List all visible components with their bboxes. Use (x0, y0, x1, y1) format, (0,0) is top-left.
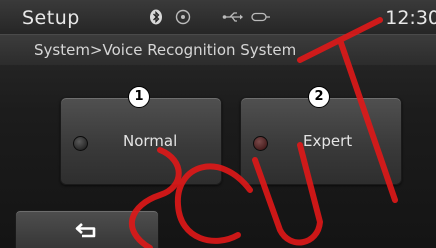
disc-icon (175, 9, 191, 25)
expert-radio-indicator (253, 136, 268, 151)
bluetooth-icon (148, 9, 164, 25)
callout-badge-1: 1 (128, 86, 150, 108)
callout-badge-2: 2 (308, 86, 330, 108)
usb-icon (222, 9, 244, 25)
normal-radio-indicator (73, 136, 88, 151)
return-arrow-icon (74, 221, 100, 239)
breadcrumb: System>Voice Recognition System (0, 35, 436, 65)
normal-mode-button[interactable]: Normal (60, 97, 222, 185)
normal-mode-label: Normal (123, 132, 178, 150)
expert-mode-button[interactable]: Expert (240, 97, 402, 185)
screen: Setup 12:30 System>Voice Recognition Sys… (0, 0, 436, 248)
breadcrumb-text: System>Voice Recognition System (34, 41, 297, 59)
aux-icon (249, 9, 271, 25)
status-bar: Setup 12:30 (0, 0, 436, 35)
expert-mode-label: Expert (303, 132, 353, 150)
back-button[interactable] (15, 210, 159, 248)
app-title: Setup (22, 7, 80, 29)
clock: 12:30 (385, 7, 436, 29)
